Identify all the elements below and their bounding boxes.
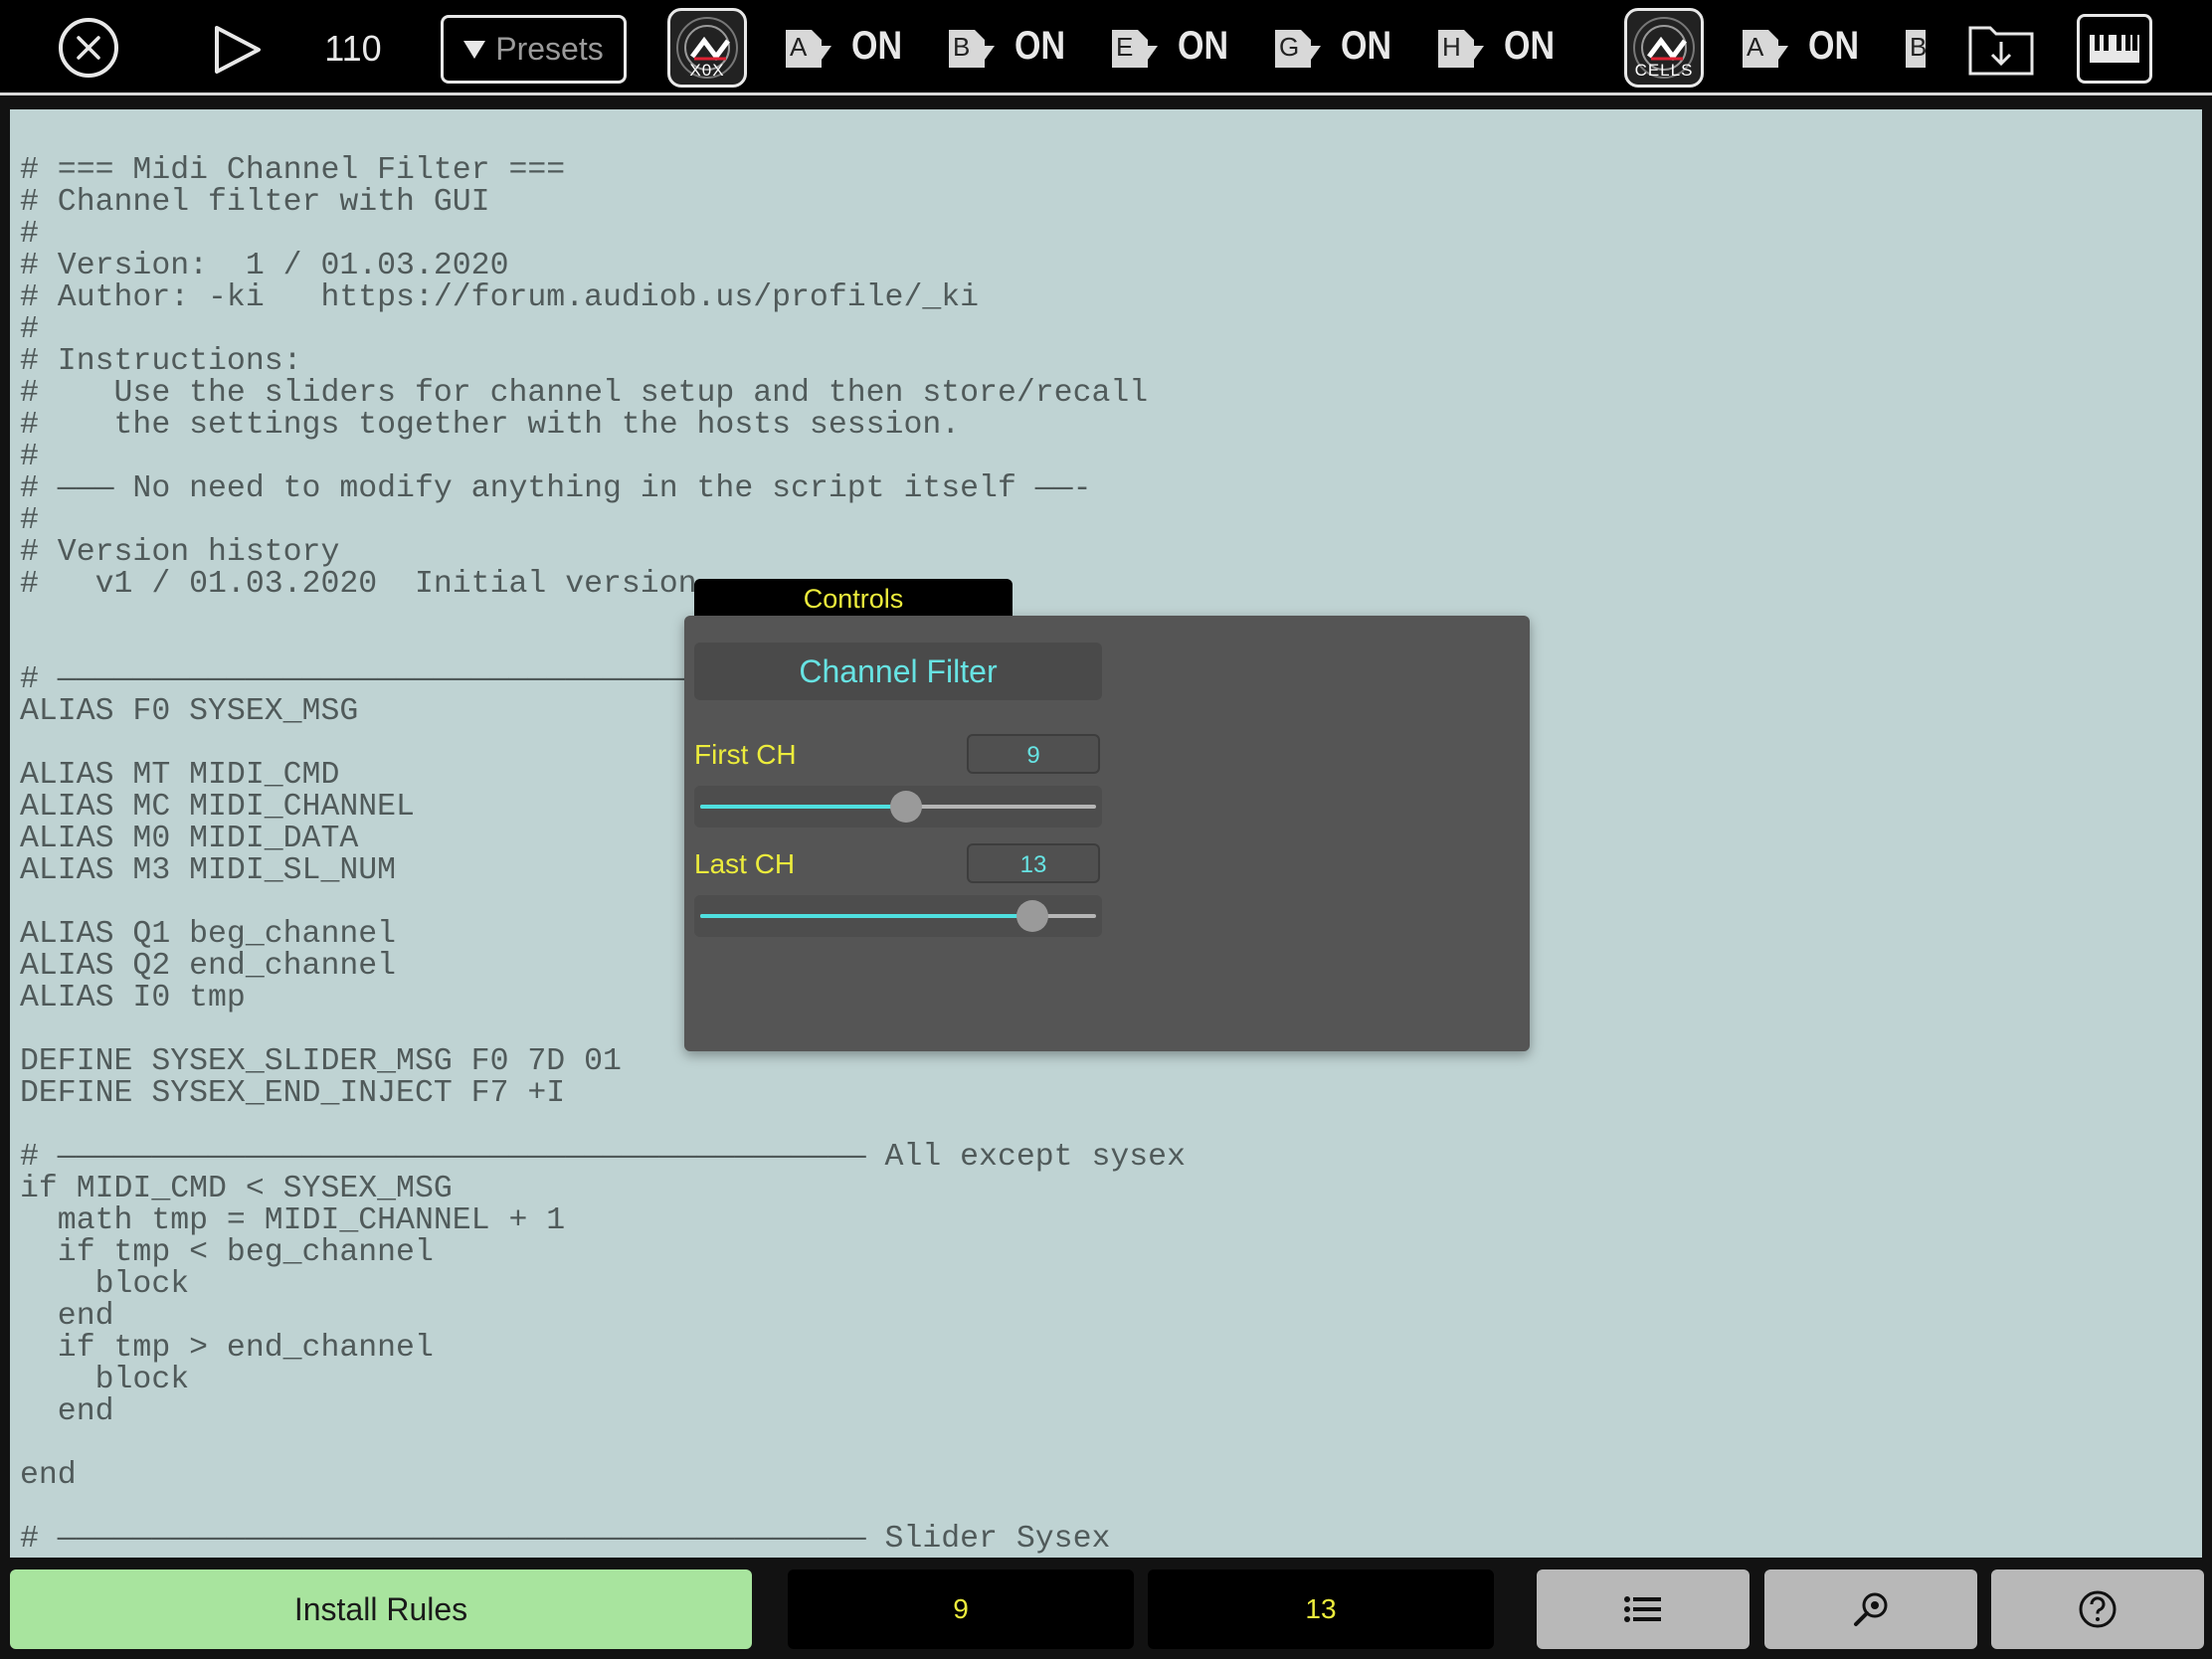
midi-in-icon: A <box>786 30 831 68</box>
close-button[interactable] <box>59 18 118 78</box>
track-state: ON <box>1808 24 1859 68</box>
midi-in-icon: B <box>1906 30 1926 68</box>
midi-in-icon: H <box>1438 30 1484 68</box>
first-ch-slider[interactable] <box>694 786 1102 828</box>
panel-title: Channel Filter <box>694 643 1102 700</box>
track-state: ON <box>1178 24 1228 68</box>
cells-sequencer-button[interactable]: CELLS <box>1624 8 1704 88</box>
keyboard-icon <box>2090 35 2139 63</box>
svg-text:A: A <box>1747 32 1764 62</box>
svg-text:A: A <box>790 32 808 62</box>
midi-in-icon: A <box>1743 30 1788 68</box>
midi-in-icon: B <box>949 30 995 68</box>
monitor-button[interactable] <box>1764 1569 1977 1649</box>
install-rules-button[interactable]: Install Rules <box>10 1569 752 1649</box>
last-ch-slider[interactable] <box>694 895 1102 937</box>
svg-text:G: G <box>1279 32 1299 62</box>
logo-mark-icon <box>1647 37 1687 61</box>
midi-in-icon: E <box>1112 30 1158 68</box>
keyboard-button[interactable] <box>2077 14 2152 84</box>
svg-text:E: E <box>1116 32 1133 62</box>
search-icon <box>1854 1592 1888 1626</box>
svg-text:B: B <box>1910 32 1926 62</box>
last-ch-value: 13 <box>967 843 1100 883</box>
track-state: ON <box>1504 24 1555 68</box>
slider-fill <box>700 914 1033 918</box>
last-channel-readout: 13 <box>1148 1569 1494 1649</box>
first-ch-value: 9 <box>967 734 1100 774</box>
rules-list-button[interactable] <box>1537 1569 1750 1649</box>
track-state: ON <box>1014 24 1065 68</box>
help-button[interactable] <box>1991 1569 2204 1649</box>
dropdown-triangle-icon <box>463 40 486 59</box>
first-channel-readout: 9 <box>788 1569 1134 1649</box>
midi-in-icon: G <box>1275 30 1321 68</box>
svg-text:B: B <box>953 32 970 62</box>
controls-panel: Channel Filter First CH 9 Last CH 13 <box>684 616 1530 1051</box>
first-ch-label: First CH <box>694 739 797 770</box>
seq-button-label: CELLS <box>1634 61 1694 80</box>
top-toolbar: 110 Presets X0X A ON B ON E ON G ON H ON… <box>0 0 2212 95</box>
svg-text:H: H <box>1442 32 1461 62</box>
presets-label: Presets <box>495 31 604 67</box>
slider-knob[interactable] <box>1016 900 1049 932</box>
play-icon <box>215 26 261 74</box>
presets-button[interactable]: Presets <box>441 15 627 84</box>
help-icon <box>2079 1590 2117 1628</box>
close-icon <box>77 36 100 60</box>
last-ch-label: Last CH <box>694 848 796 879</box>
controls-tab[interactable]: Controls <box>694 579 1013 619</box>
cells-track-toggle-b[interactable]: B <box>1900 16 1926 82</box>
logo-mark-icon <box>690 37 730 61</box>
tempo-display[interactable]: 110 <box>298 28 408 70</box>
import-folder-icon <box>1968 26 2034 76</box>
seq-button-label: X0X <box>689 61 725 80</box>
xox-sequencer-button[interactable]: X0X <box>667 8 747 88</box>
track-state: ON <box>1341 24 1391 68</box>
play-button[interactable] <box>209 24 265 76</box>
slider-knob[interactable] <box>889 791 922 823</box>
slider-fill <box>700 805 906 809</box>
track-state: ON <box>851 24 902 68</box>
import-button[interactable] <box>1967 20 2035 78</box>
list-icon <box>1624 1596 1661 1622</box>
